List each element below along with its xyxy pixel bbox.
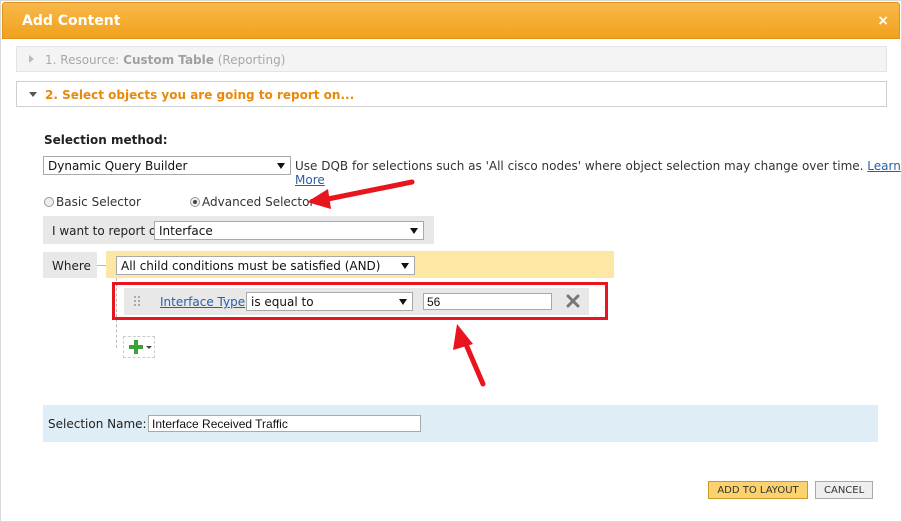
selection-method-label: Selection method: — [44, 133, 168, 147]
selection-method-value: Dynamic Query Builder — [48, 159, 188, 173]
selection-name-input[interactable] — [148, 415, 421, 432]
report-on-select[interactable]: Interface — [154, 221, 424, 240]
report-on-label: I want to report on — [52, 224, 164, 238]
step-resource[interactable]: 1. Resource: Custom Table (Reporting) — [16, 46, 887, 72]
selection-name-label: Selection Name: — [48, 417, 147, 431]
annotation-arrow-value — [453, 324, 486, 387]
where-label-box: Where — [43, 252, 97, 278]
logic-operator-select[interactable]: All child conditions must be satisfied (… — [116, 256, 415, 275]
dropdown-caret-icon — [277, 163, 285, 169]
basic-selector-label: Basic Selector — [56, 195, 141, 209]
step-select-objects[interactable]: 2. Select objects you are going to repor… — [16, 81, 887, 107]
dropdown-caret-icon — [410, 228, 418, 234]
step-select-objects-label: 2. Select objects you are going to repor… — [45, 88, 355, 102]
add-to-layout-button[interactable]: ADD TO LAYOUT — [708, 481, 808, 499]
dialog-title: Add Content — [22, 13, 121, 29]
radio-unchecked-icon — [44, 197, 54, 207]
expanded-arrow-icon — [29, 92, 37, 97]
selection-method-select[interactable]: Dynamic Query Builder — [43, 156, 291, 175]
basic-selector-radio[interactable]: Basic Selector — [44, 195, 141, 209]
report-on-value: Interface — [159, 224, 213, 238]
logic-operator-value: All child conditions must be satisfied (… — [121, 259, 381, 273]
report-on-row: I want to report on Interface — [43, 216, 434, 244]
advanced-selector-radio[interactable]: Advanced Selector — [190, 195, 314, 209]
step-resource-text: 1. Resource: Custom Table (Reporting) — [45, 53, 286, 67]
dropdown-caret-icon — [401, 263, 409, 269]
dqb-description-text: Use DQB for selections such as 'All cisc… — [295, 159, 864, 173]
close-icon[interactable]: × — [877, 13, 889, 29]
tree-connector — [97, 265, 106, 266]
add-condition-button[interactable] — [123, 336, 155, 358]
dqb-description: Use DQB for selections such as 'All cisc… — [295, 159, 901, 187]
resource-name: Custom Table — [123, 53, 214, 67]
and-condition-group: All child conditions must be satisfied (… — [106, 251, 614, 278]
add-content-dialog: Add Content × 1. Resource: Custom Table … — [0, 0, 902, 522]
plus-icon — [129, 340, 152, 354]
where-label: Where — [52, 259, 91, 273]
cancel-button[interactable]: CANCEL — [815, 481, 873, 499]
selection-name-row: Selection Name: — [43, 405, 878, 442]
annotation-highlight-box — [112, 282, 608, 320]
dialog-titlebar: Add Content × — [2, 2, 900, 39]
advanced-selector-label: Advanced Selector — [202, 195, 315, 209]
radio-checked-icon — [190, 197, 200, 207]
collapsed-arrow-icon — [29, 55, 34, 63]
